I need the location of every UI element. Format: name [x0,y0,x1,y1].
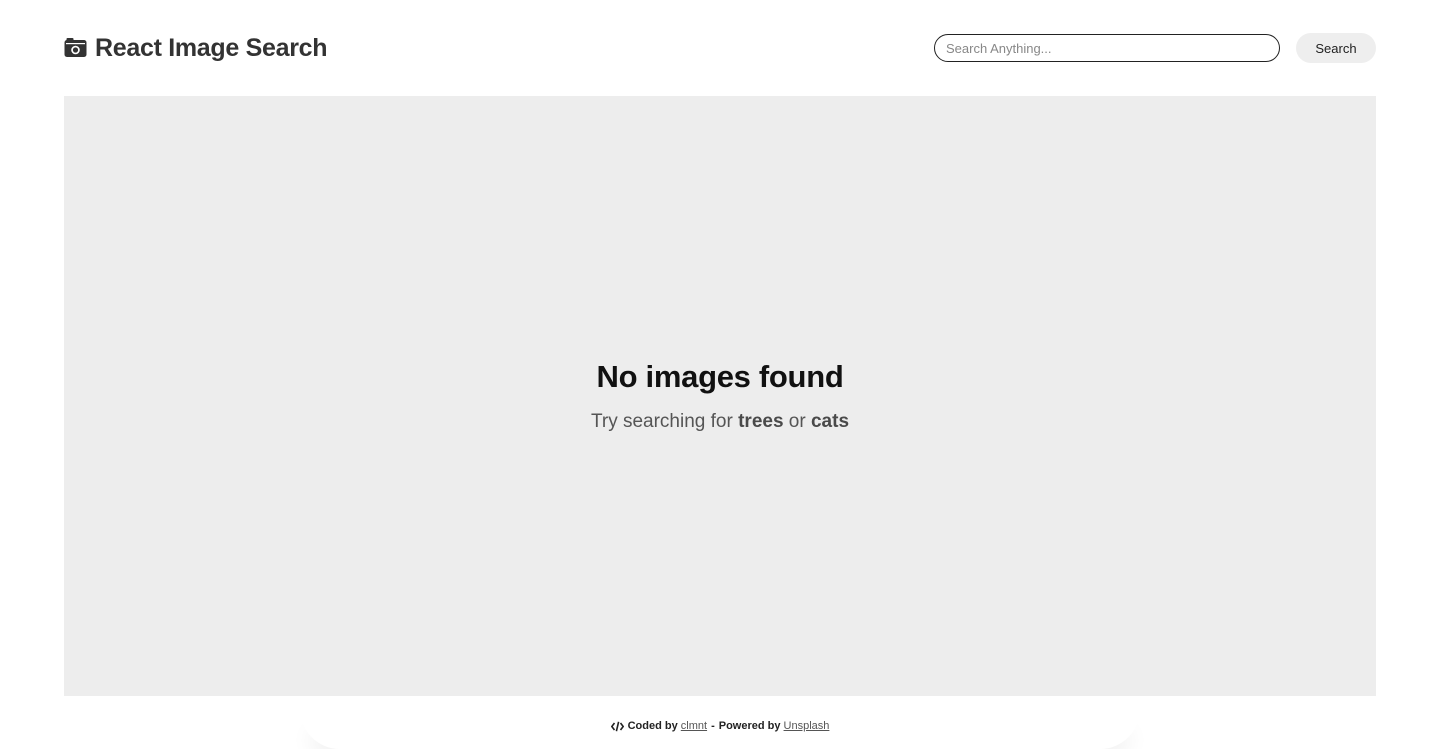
empty-state-hint: Try searching for trees or cats [591,411,849,433]
hint-term-cats: cats [810,411,850,432]
hint-prefix: Try searching for [590,411,733,432]
results-area: No images found Try searching for trees … [64,96,1376,696]
code-icon [610,721,624,732]
empty-state-title: No images found [596,359,844,394]
brand: React Image Search [64,30,328,66]
footer: Coded by clmnt - Powered by Unsplash [300,706,1140,749]
author-link[interactable]: clmnt [681,720,707,732]
search-input[interactable] [934,34,1280,62]
search-button[interactable]: Search [1296,33,1376,63]
footer-credits: Coded by clmnt - Powered by Unsplash [610,720,830,732]
app-title: React Image Search [95,33,328,62]
footer-separator: - [711,720,715,732]
unsplash-link[interactable]: Unsplash [784,720,830,732]
hint-term-trees: trees [738,411,784,432]
coded-by-label: Coded by [627,720,678,732]
app-header: React Image Search Search [64,30,1376,66]
hint-join: or [788,411,806,432]
camera-icon [64,38,87,58]
powered-by-label: Powered by [718,720,781,732]
search-form: Search [934,33,1376,63]
